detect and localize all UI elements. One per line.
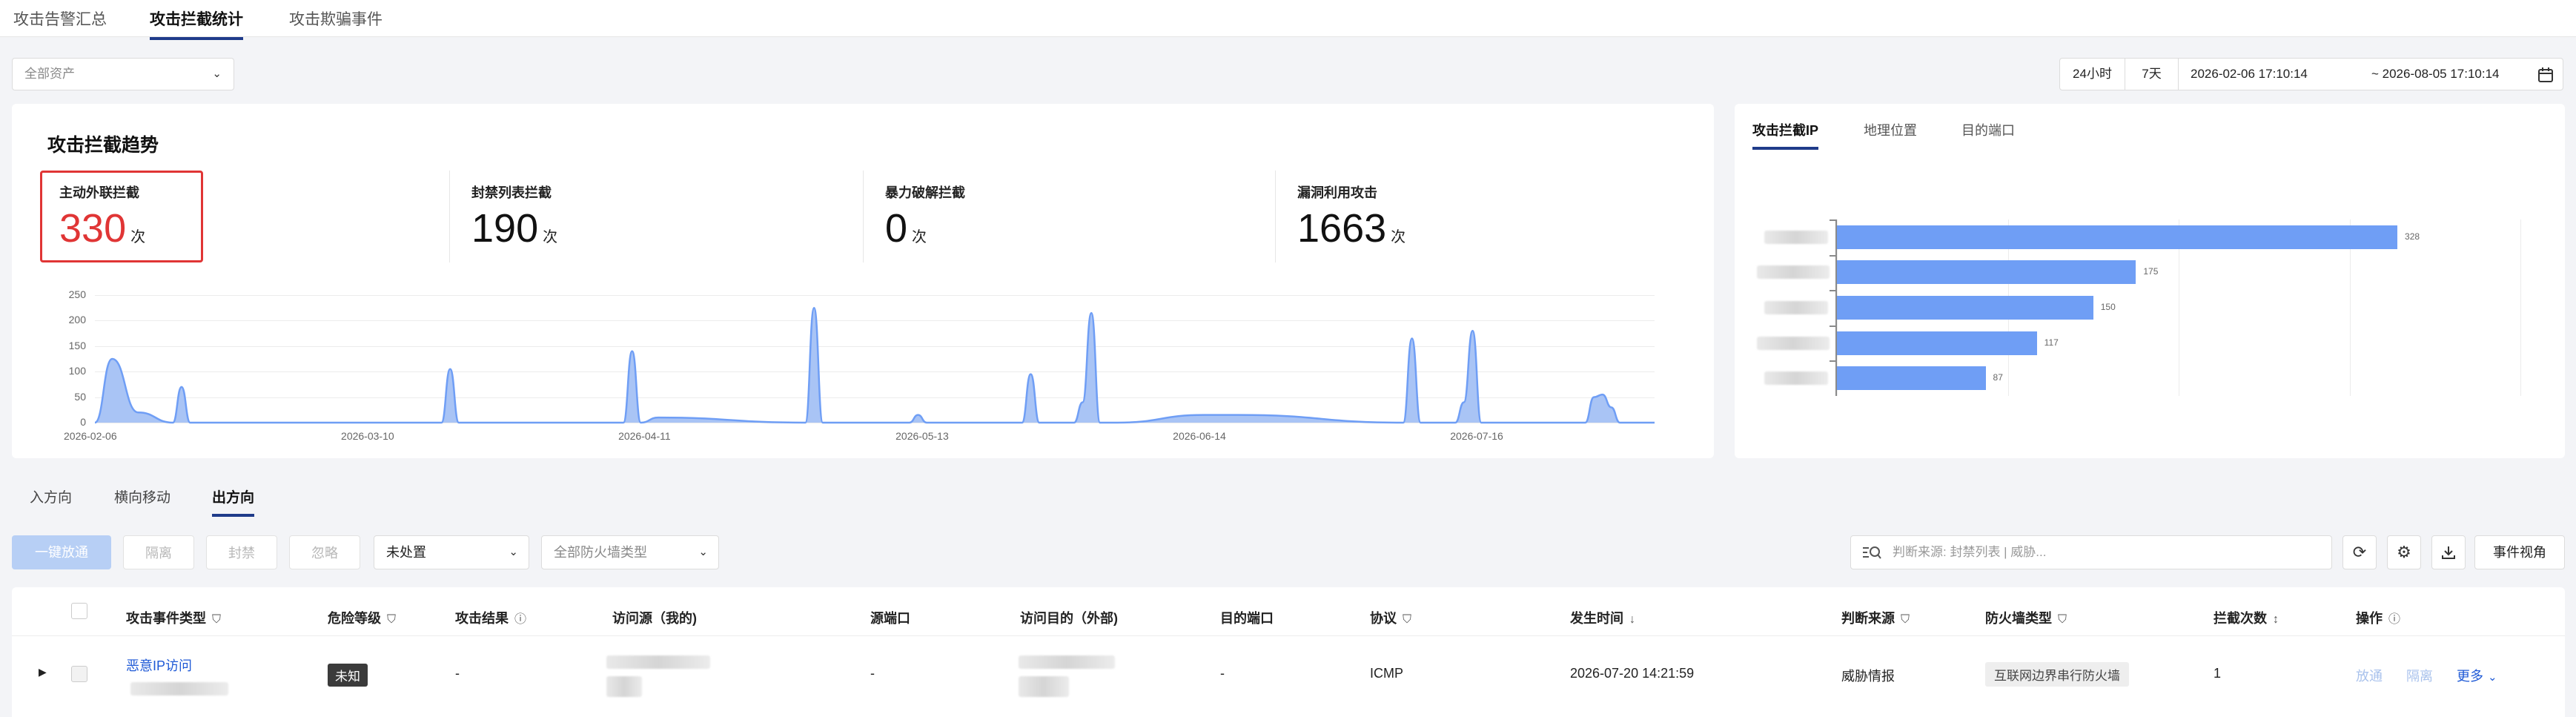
area-series-line (94, 306, 1655, 424)
area-x-tick: 2026-03-10 (341, 430, 394, 442)
firewall-type-tag: 互联网边界串行防火墙 (1985, 662, 2129, 687)
judge-source-cell: 威胁情报 (1841, 669, 1895, 684)
tab-block-ip[interactable]: 攻击拦截IP (1752, 120, 1819, 150)
level-badge: 未知 (328, 664, 368, 687)
events-table (12, 587, 2565, 717)
chevron-down-icon: ⌄ (698, 546, 708, 558)
bar-axis-tick (1830, 360, 1835, 363)
time-cell: 2026-07-20 14:21:59 (1570, 666, 1695, 681)
chevron-down-icon: ⌄ (509, 546, 518, 558)
protocol-cell: ICMP (1370, 666, 1403, 681)
filter-icon: ⛉ (1403, 613, 1412, 626)
col-result[interactable]: 攻击结果 ⓘ (455, 608, 526, 627)
row-more-button[interactable]: 更多 ⌄ (2457, 666, 2497, 685)
status-select-value: 未处置 (386, 545, 426, 560)
bar[interactable] (1837, 225, 2398, 249)
filter-icon: ⛉ (387, 613, 397, 626)
area-x-tick: 2026-07-16 (1450, 430, 1503, 442)
col-operation: 操作 ⓘ (2356, 611, 2401, 626)
info-icon: ⓘ (514, 613, 527, 626)
col-source-port: 源端口 (870, 611, 910, 626)
ignore-button[interactable]: 忽略 (289, 535, 360, 569)
bar-axis-tick (1830, 325, 1835, 327)
status-select[interactable]: 未处置 ⌄ (374, 535, 529, 569)
area-x-tick: 2026-04-11 (618, 430, 671, 442)
bar-category-redacted (1764, 230, 1828, 244)
bar-gridline (2520, 219, 2521, 396)
chevron-down-icon: ⌄ (2488, 671, 2497, 684)
bar-category-redacted (1757, 336, 1830, 350)
tab-outbound[interactable]: 出方向 (212, 486, 255, 517)
bar[interactable] (1837, 331, 2037, 355)
tab-geo-location[interactable]: 地理位置 (1864, 120, 1917, 147)
select-all-checkbox[interactable] (71, 603, 87, 619)
event-view-button[interactable]: 事件视角 (2474, 535, 2565, 569)
bar-value-label: 117 (2044, 337, 2059, 348)
bar[interactable] (1837, 260, 2136, 285)
refresh-icon[interactable]: ⟳ (2342, 535, 2377, 569)
sort-icon: ↕ (2273, 613, 2279, 626)
release-all-button[interactable]: 一键放通 (12, 535, 111, 569)
source-ip-redacted (606, 655, 710, 669)
event-ip-redacted (130, 682, 228, 695)
bar-category-redacted (1764, 301, 1828, 314)
tab-lateral[interactable]: 横向移动 (114, 486, 170, 514)
col-judge-source[interactable]: 判断来源 ⛉ (1841, 608, 1910, 627)
tab-inbound[interactable]: 入方向 (30, 486, 72, 514)
row-release-button[interactable]: 放通 (2356, 666, 2383, 685)
bar[interactable] (1837, 296, 2093, 320)
bar-category-redacted (1757, 265, 1830, 280)
area-series-fill (95, 308, 1655, 423)
row-isolate-button[interactable]: 隔离 (2406, 666, 2433, 685)
firewall-type-select[interactable]: 全部防火墙类型 ⌄ (541, 535, 719, 569)
download-icon[interactable] (2431, 535, 2466, 569)
bar-value-label: 87 (1993, 372, 2003, 383)
search-placeholder: 判断来源: 封禁列表 | 威胁... (1893, 545, 2047, 559)
header-divider (12, 635, 2565, 636)
sort-down-icon: ↓ (1629, 613, 1635, 626)
filter-search-icon (1863, 546, 1881, 559)
col-time[interactable]: 发生时间 ↓ (1570, 608, 1635, 627)
search-input[interactable]: 判断来源: 封禁列表 | 威胁... (1850, 535, 2332, 569)
bar-axis-tick (1830, 219, 1835, 221)
bar-category-redacted (1764, 371, 1828, 386)
gear-icon[interactable]: ⚙ (2387, 535, 2421, 569)
area-x-tick: 2026-02-06 (64, 430, 117, 442)
row-checkbox[interactable] (71, 666, 87, 682)
source-host-redacted (606, 676, 642, 697)
block-button[interactable]: 封禁 (206, 535, 277, 569)
filter-icon: ⛉ (2058, 613, 2067, 626)
col-dest-port: 目的端口 (1220, 611, 1274, 626)
dest-host-redacted (1019, 676, 1069, 697)
bar-value-label: 150 (2100, 302, 2116, 312)
dest-port-cell: - (1220, 666, 1225, 681)
result-cell: - (455, 666, 460, 681)
col-event-type[interactable]: 攻击事件类型 ⛉ (126, 608, 221, 627)
col-protocol[interactable]: 协议 ⛉ (1370, 608, 1411, 627)
col-destination: 访问目的（外部) (1020, 611, 1118, 626)
filter-icon: ⛉ (212, 613, 222, 626)
col-source: 访问源（我的) (612, 611, 697, 626)
bar[interactable] (1837, 366, 1986, 391)
col-block-count[interactable]: 拦截次数 ↕ (2214, 608, 2279, 627)
dest-ip-redacted (1019, 655, 1115, 669)
area-x-tick: 2026-05-13 (895, 430, 949, 442)
bar-value-label: 328 (2405, 231, 2420, 242)
firewall-select-value: 全部防火墙类型 (554, 545, 647, 560)
isolate-button[interactable]: 隔离 (123, 535, 194, 569)
col-firewall-type[interactable]: 防火墙类型 ⛉ (1985, 608, 2067, 627)
area-x-tick: 2026-06-14 (1173, 430, 1226, 442)
bar-axis-tick (1830, 290, 1835, 292)
expand-row-icon[interactable]: ▶ (39, 666, 47, 678)
bar-axis-tick (1830, 254, 1835, 257)
block-count-cell: 1 (2214, 666, 2222, 681)
tab-dest-port[interactable]: 目的端口 (1961, 120, 2015, 147)
bar-value-label: 175 (2143, 266, 2159, 277)
filter-icon: ⛉ (1901, 613, 1910, 626)
source-port-cell: - (870, 666, 875, 681)
col-level[interactable]: 危险等级 ⛉ (328, 608, 396, 627)
event-type-link[interactable]: 恶意IP访问 (126, 655, 192, 675)
info-icon: ⓘ (2388, 613, 2401, 626)
